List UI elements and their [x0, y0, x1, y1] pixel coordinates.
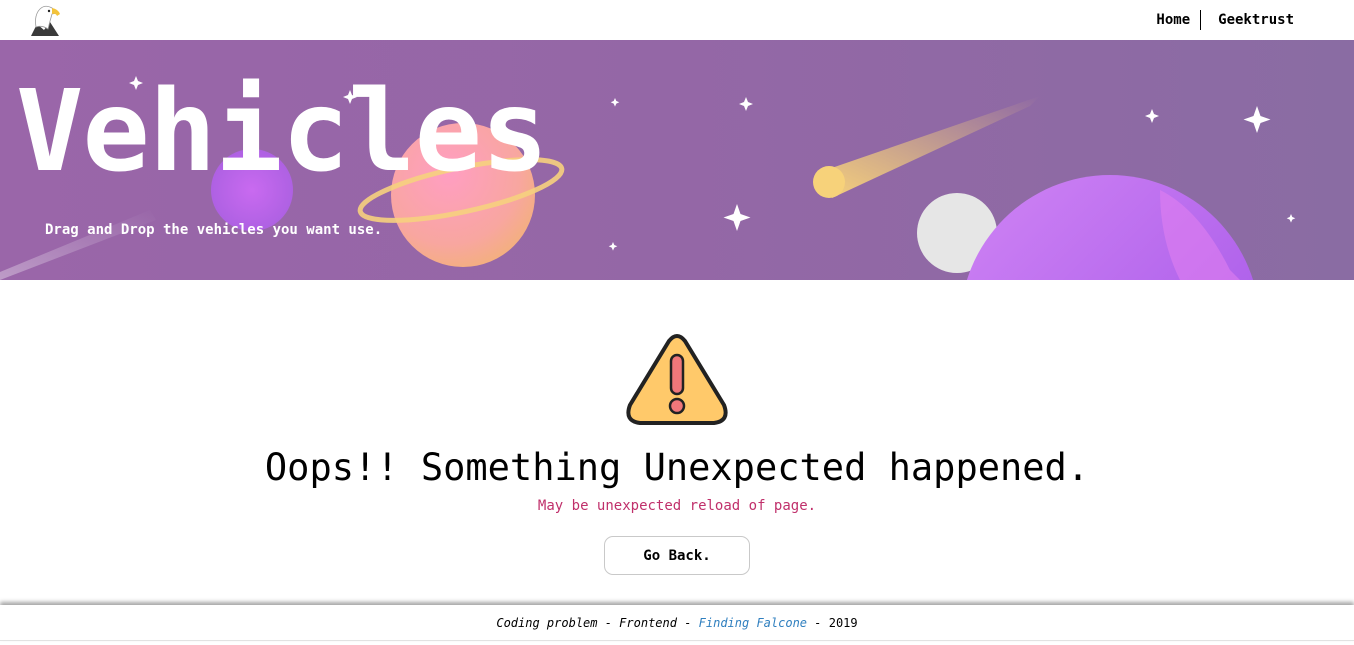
- nav-home-link[interactable]: Home: [1156, 12, 1190, 28]
- footer: Coding problem - Frontend - Finding Falc…: [0, 605, 1354, 641]
- page-subtitle: Drag and Drop the vehicles you want use.: [45, 222, 383, 238]
- footer-prefix: Coding problem - Frontend -: [496, 615, 699, 630]
- warning-triangle-icon: [626, 334, 728, 425]
- main-nav: Home Geektrust: [1156, 10, 1294, 30]
- go-back-button[interactable]: Go Back.: [604, 536, 750, 575]
- error-heading: Oops!! Something Unexpected happened.: [264, 446, 1090, 489]
- error-message: May be unexpected reload of page.: [537, 498, 817, 514]
- footer-year: 2019: [828, 615, 858, 630]
- comet-right: [820, 96, 1040, 198]
- nav-geektrust-link[interactable]: Geektrust: [1218, 12, 1294, 28]
- eagle-logo-icon[interactable]: [28, 3, 62, 37]
- hero-banner: Vehicles Drag and Drop the vehicles you …: [0, 40, 1354, 280]
- comet-trail-left: [0, 210, 156, 280]
- nav-divider: [1200, 10, 1202, 30]
- page-title: Vehicles: [16, 67, 548, 197]
- footer-separator: -: [807, 615, 829, 630]
- comet-head: [813, 166, 845, 198]
- top-navbar: Home Geektrust: [0, 0, 1354, 40]
- finding-falcone-link[interactable]: Finding Falcone: [699, 616, 807, 630]
